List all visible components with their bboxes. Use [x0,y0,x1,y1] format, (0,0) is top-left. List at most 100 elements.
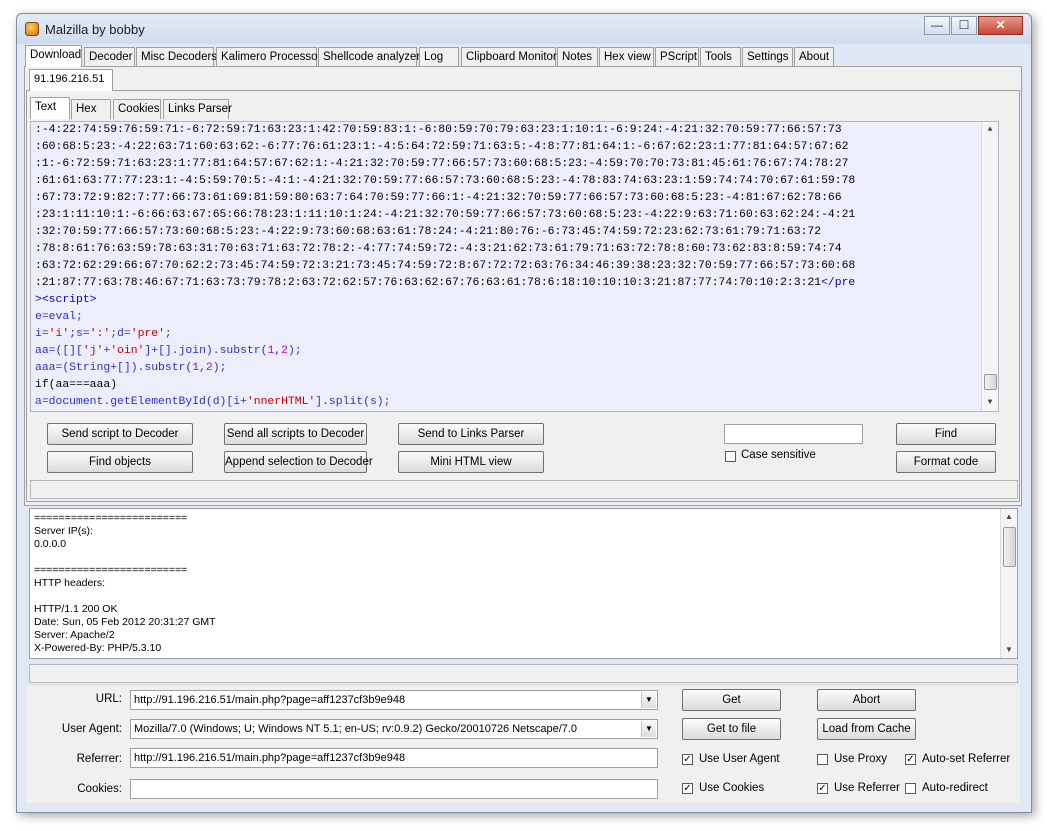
referrer-label: Referrer: [76,753,122,765]
send-script-to-decoder-button[interactable]: Send script to Decoder [47,423,193,445]
code-line: :21:87:77:63:78:46:67:71:63:73:79:78:2:6… [35,275,995,292]
title-bar[interactable]: Malzilla by bobby — ☐ ✕ [17,14,1031,44]
use-referrer-checkbox[interactable]: ✓ [817,783,828,794]
chevron-down-icon[interactable]: ▼ [641,692,656,708]
code-tag: </pre [821,277,856,289]
tab-about[interactable]: About [794,47,834,67]
maximize-button[interactable]: ☐ [951,16,977,35]
tab-misc-decoders[interactable]: Misc Decoders [136,47,217,67]
send-all-scripts-button[interactable]: Send all scripts to Decoder [224,423,367,445]
editor-status-strip [30,480,1018,499]
code-text: aa=([][ [35,345,83,357]
code-line: :32:70:59:77:66:57:73:60:68:5:23:-4:22:9… [35,226,822,238]
case-sensitive-checkbox[interactable] [725,451,736,462]
code-text: ]+[].join).substr( [144,345,268,357]
scroll-up-icon[interactable]: ▲ [982,122,998,138]
log-line: Server IP(s): [34,525,93,537]
send-to-links-parser-button[interactable]: Send to Links Parser [398,423,544,445]
tab-clipboard-monitor[interactable]: Clipboard Monitor [461,47,557,67]
code-text: ); [287,345,302,357]
load-from-cache-button[interactable]: Load from Cache [817,718,916,740]
scroll-down-icon[interactable]: ▼ [982,395,998,411]
referrer-input[interactable]: http://91.196.216.51/main.php?page=aff12… [130,748,658,768]
cookies-input[interactable] [130,779,658,799]
find-objects-button[interactable]: Find objects [47,451,193,473]
tab-kalimero-processor[interactable]: Kalimero Processor [216,47,321,67]
url-label: URL: [95,693,122,705]
code-text: ); [212,362,227,374]
find-button[interactable]: Find [896,423,996,445]
tab-shellcode-analyzer[interactable]: Shellcode analyzer [318,47,420,67]
url-combobox[interactable]: http://91.196.216.51/main.php?page=aff12… [130,690,658,710]
log-line: ========================= [34,512,188,524]
auto-set-referrer-label: Auto-set Referrer [922,753,1011,765]
minimize-button[interactable]: — [924,16,950,35]
code-string: ':' [89,328,111,340]
code-line: ><script> [35,294,97,306]
append-selection-button[interactable]: Append selection to Decoder [224,451,373,473]
tab-log[interactable]: Log [419,47,459,67]
subtab-cookies[interactable]: Cookies [113,99,161,119]
use-user-agent-checkbox[interactable]: ✓ [682,754,693,765]
scroll-thumb[interactable] [984,374,997,390]
subtab-links-parser[interactable]: Links Parser [163,99,232,119]
code-text: a=document.getElementById(d)[i+ [35,396,247,408]
auto-redirect-checkbox[interactable] [905,783,916,794]
auto-set-referrer-checkbox[interactable]: ✓ [905,754,916,765]
scroll-up-icon[interactable]: ▲ [1001,509,1017,525]
tab-tools[interactable]: Tools [700,47,741,67]
code-line: :61:61:63:77:77:23:1:-4:5:59:70:5:-4:1:-… [35,175,856,187]
code-line: :78:8:61:76:63:59:78:63:31:70:63:71:63:7… [35,243,842,255]
log-line: 0.0.0.0 [34,538,67,550]
subtab-hex[interactable]: Hex [71,99,111,119]
close-button[interactable]: ✕ [978,16,1023,35]
scroll-thumb[interactable] [1003,527,1016,567]
user-agent-combobox[interactable]: Mozilla/7.0 (Windows; U; Windows NT 5.1;… [130,719,658,739]
use-referrer-label: Use Referrer [834,782,900,794]
mini-html-view-button[interactable]: Mini HTML view [398,451,544,473]
log-line: ========================= [34,564,188,576]
tab-notes[interactable]: Notes [557,47,598,67]
code-line: aa=([]['j'+'oin']+[].join).substr(1,2); [35,343,995,360]
search-input[interactable] [724,424,863,444]
chevron-down-icon[interactable]: ▼ [641,721,656,737]
user-agent-label: User Agent: [61,723,122,735]
use-proxy-checkbox[interactable] [817,754,828,765]
window-title: Malzilla by bobby [45,22,145,37]
scroll-down-icon[interactable]: ▼ [1001,642,1017,658]
code-string: 'oin' [110,345,145,357]
tab-decoder[interactable]: Decoder [84,47,135,67]
abort-button[interactable]: Abort [817,689,916,711]
source-code-editor[interactable]: :-4:22:74:59:76:59:71:-6:72:59:71:63:23:… [30,121,999,412]
tab-pscript[interactable]: PScript [655,47,699,67]
code-text: ;d= [110,328,131,340]
subtab-text[interactable]: Text [30,97,70,119]
code-number: 2 [281,345,288,357]
code-line: :60:68:5:23:-4:22:63:71:60:63:62:-6:77:7… [35,141,849,153]
code-text: ; [164,328,172,340]
get-to-file-button[interactable]: Get to file [682,718,781,740]
log-line: HTTP headers: [34,577,106,589]
code-text: , [199,362,206,374]
code-scrollbar[interactable]: ▲ ▼ [981,122,998,411]
page-tab-ip[interactable]: 91.196.216.51 [29,69,113,91]
tab-download[interactable]: Download [25,45,82,67]
code-number: 2 [205,362,213,374]
log-status-strip [29,664,1018,683]
code-string: 'j' [82,345,104,357]
code-string: 'nnerHTML' [246,396,316,408]
code-line: :-4:22:74:59:76:59:71:-6:72:59:71:63:23:… [35,124,842,136]
log-line: X-Powered-By: PHP/5.3.10 [34,642,162,654]
tab-hex-view[interactable]: Hex view [599,47,654,67]
log-line: Server: Apache/2 [34,629,115,641]
use-cookies-label: Use Cookies [699,782,765,794]
user-agent-value: Mozilla/7.0 (Windows; U; Windows NT 5.1;… [134,723,578,735]
tab-settings[interactable]: Settings [742,47,793,67]
use-cookies-checkbox[interactable]: ✓ [682,783,693,794]
format-code-button[interactable]: Format code [896,451,996,473]
code-text: ;s= [69,328,90,340]
http-log-output[interactable]: ========================= Server IP(s): … [29,508,1018,659]
log-scrollbar[interactable]: ▲ ▼ [1000,509,1017,658]
get-button[interactable]: Get [682,689,781,711]
case-sensitive-label: Case sensitive [741,449,816,461]
